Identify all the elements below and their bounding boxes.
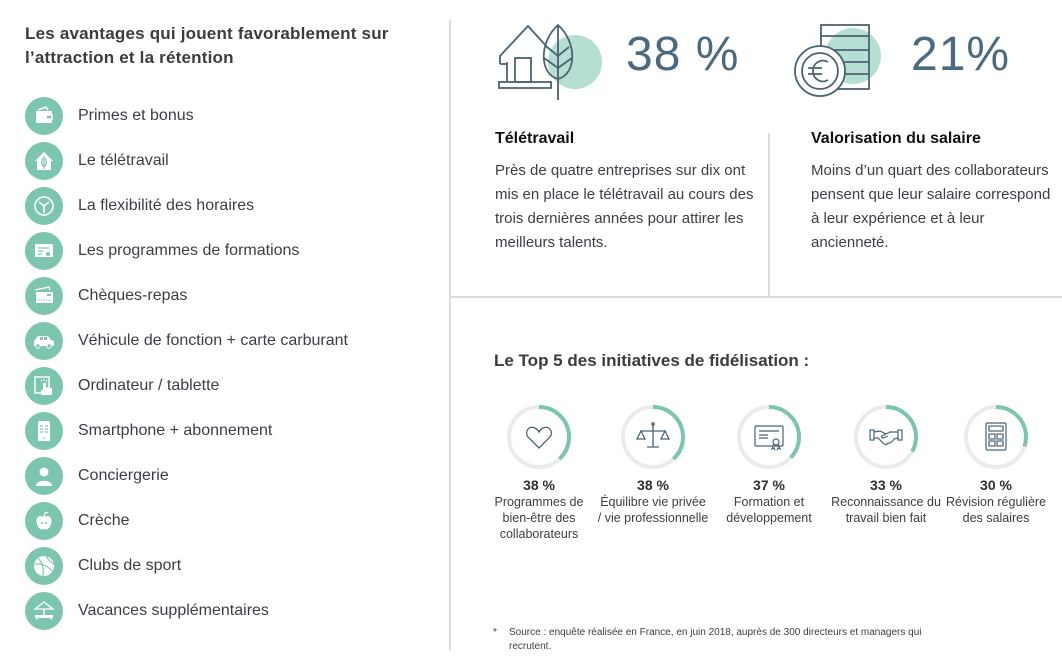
perk-item: Les programmes de formations [25, 228, 348, 273]
perk-item: Vacances supplémentaires [25, 588, 348, 633]
parasol-icon [25, 591, 63, 630]
top5-percent: 33 % [870, 477, 902, 493]
progress-ring [854, 405, 918, 469]
perk-label: Conciergerie [78, 466, 169, 484]
perk-label: Chèques-repas [78, 286, 188, 304]
perk-item: Crèche [25, 498, 348, 543]
top5-percent: 38 % [523, 477, 555, 493]
perk-item: Le télétravail [25, 138, 348, 183]
house-leaf-icon [498, 23, 602, 100]
perk-item: Véhicule de fonction + carte carburant [25, 318, 348, 363]
perk-item: Conciergerie [25, 453, 348, 498]
perk-label: Le télétravail [78, 151, 169, 169]
top5-item: 38 % Équilibre vie privée / vie professi… [597, 403, 709, 526]
perk-item: Clubs de sport [25, 543, 348, 588]
perk-label: Les programmes de formations [78, 241, 300, 259]
perk-label: Ordinateur / tablette [78, 376, 220, 394]
stat-title: Valorisation du salaire [811, 130, 981, 147]
house-leaf-icon [25, 141, 63, 180]
perks-panel: Les avantages qui jouent favorablement s… [0, 0, 450, 665]
ball-icon [25, 546, 63, 585]
certificate-icon [754, 425, 784, 451]
column-divider [449, 20, 451, 650]
perk-label: Smartphone + abonnement [78, 421, 273, 439]
smartphone-icon [25, 411, 63, 450]
apple-icon [25, 501, 63, 540]
source-footnote: * Source : enquête réalisée en France, e… [493, 626, 953, 654]
stat-salaire: 21% Valorisation du salaire Moins d’un q… [793, 22, 1062, 292]
wallet-icon [25, 96, 63, 135]
heart-icon [525, 426, 553, 449]
stat-value: 38 % [626, 28, 740, 81]
perk-label: Vacances supplémentaires [78, 601, 269, 619]
perk-label: Crèche [78, 511, 130, 529]
perk-list: Primes et bonus Le télétravail La flexib… [25, 93, 348, 633]
footnote-marker: * [493, 627, 497, 638]
calculator-icon [985, 422, 1007, 451]
perk-item: Chèques-repas [25, 273, 348, 318]
perk-item: La flexibilité des horaires [25, 183, 348, 228]
stat-description: Près de quatre entreprises sur dix ont m… [495, 162, 754, 251]
top5-label: Programmes de bien-être des collaborateu… [494, 495, 584, 541]
tablet-touch-icon [25, 366, 63, 405]
perk-item: Primes et bonus [25, 93, 348, 138]
top5-percent: 38 % [637, 477, 669, 493]
perk-label: Primes et bonus [78, 106, 194, 124]
top5-rings: 38 % Programmes de bien-être des collabo… [483, 403, 1062, 563]
handshake-icon [869, 429, 903, 446]
person-icon [25, 456, 63, 495]
progress-ring [621, 405, 685, 469]
progress-ring [737, 405, 801, 469]
car-icon [25, 321, 63, 360]
top5-item: 33 % Reconnaissance du travail bien fait [830, 403, 942, 526]
section-divider [451, 296, 1062, 298]
top5-percent: 37 % [753, 477, 785, 493]
euro-coins-icon [794, 24, 881, 97]
perk-label: Véhicule de fonction + carte carburant [78, 331, 348, 349]
perk-item: Ordinateur / tablette [25, 363, 348, 408]
progress-ring [964, 405, 1028, 469]
top5-label: Équilibre vie privée / vie professionnel… [597, 495, 709, 525]
progress-ring [507, 405, 571, 469]
top5-item: 30 % Révision régulière des salaires [940, 403, 1052, 526]
footnote-text: Source : enquête réalisée en France, en … [509, 627, 922, 652]
stat-value: 21% [911, 28, 1011, 81]
perks-title: Les avantages qui jouent favorablement s… [25, 24, 389, 67]
stat-title: Télétravail [495, 130, 575, 147]
stat-divider [768, 133, 770, 296]
top5-item: 37 % Formation et développement [713, 403, 825, 526]
perk-label: La flexibilité des horaires [78, 196, 255, 214]
certificate-icon [25, 231, 63, 270]
top5-title: Le Top 5 des initiatives de fidélisation… [494, 351, 810, 370]
top5-label: Formation et développement [726, 495, 812, 525]
top5-label: Révision régulière des salaires [945, 495, 1047, 525]
top5-label: Reconnaissance du travail bien fait [831, 495, 941, 525]
scales-icon [635, 422, 671, 448]
top5-percent: 30 % [980, 477, 1012, 493]
stat-teletravail: 38 % Télétravail Près de quatre entrepri… [495, 22, 765, 292]
perk-item: Smartphone + abonnement [25, 408, 348, 453]
perk-label: Clubs de sport [78, 556, 182, 574]
stat-description: Moins d’un quart des collaborateurs pens… [811, 162, 1051, 251]
cards-icon [25, 276, 63, 315]
clock-icon [25, 186, 63, 225]
top5-item: 38 % Programmes de bien-être des collabo… [483, 403, 595, 542]
